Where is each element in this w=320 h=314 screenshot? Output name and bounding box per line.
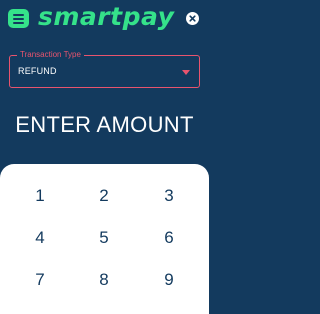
transaction-type-label: Transaction Type xyxy=(17,50,84,60)
transaction-type-value: REFUND xyxy=(18,66,57,76)
menu-icon-bar xyxy=(13,14,24,16)
menu-icon[interactable] xyxy=(8,9,29,28)
keypad-key-7[interactable]: 7 xyxy=(20,268,60,292)
numeric-keypad: 1 2 3 4 5 6 7 8 9 xyxy=(0,164,209,314)
keypad-key-3[interactable]: 3 xyxy=(149,184,189,208)
caret-down-icon[interactable] xyxy=(182,70,190,75)
app-header: smartpay xyxy=(0,0,209,36)
transaction-type-select[interactable]: Transaction Type REFUND xyxy=(9,50,200,88)
app-logo: smartpay xyxy=(38,2,175,31)
keypad-key-4[interactable]: 4 xyxy=(20,226,60,250)
close-icon[interactable] xyxy=(186,12,199,25)
keypad-key-9[interactable]: 9 xyxy=(149,268,189,292)
keypad-key-8[interactable]: 8 xyxy=(84,268,124,292)
enter-amount-title: ENTER AMOUNT xyxy=(15,112,194,137)
keypad-key-6[interactable]: 6 xyxy=(149,226,189,250)
keypad-key-2[interactable]: 2 xyxy=(84,184,124,208)
keypad-key-5[interactable]: 5 xyxy=(84,226,124,250)
menu-icon-bar xyxy=(13,22,24,24)
keypad-key-1[interactable]: 1 xyxy=(20,184,60,208)
menu-icon-bar xyxy=(13,18,24,20)
